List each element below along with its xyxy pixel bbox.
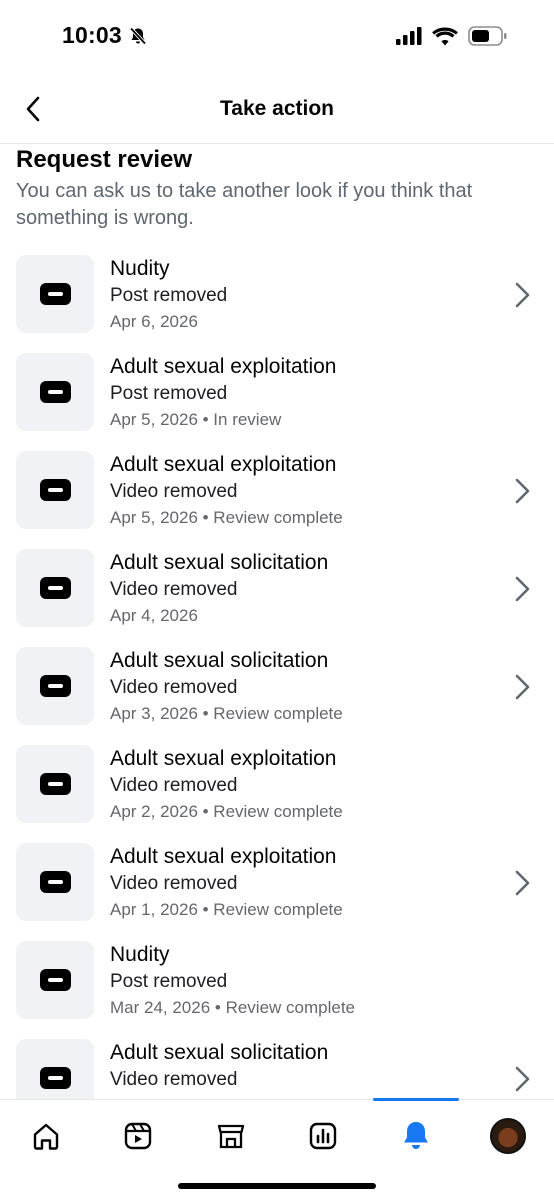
content-removed-icon [39,675,71,697]
item-subtitle: Video removed [110,677,238,698]
item-title: Adult sexual solicitation [110,551,329,574]
item-meta: Apr 5, 2026 • Review complete [110,508,343,527]
status-time: 10:03 [62,22,122,48]
wifi-icon [432,26,458,45]
item-meta: Apr 4, 2026 [110,606,198,625]
review-list: Nudity Post removed Apr 6, 2026 Adult sexua… [0,255,554,1099]
list-item[interactable]: Adult sexual exploitation Video removed Ap… [0,451,554,549]
thumbnail [16,647,94,725]
tab-reels[interactable] [118,1116,158,1156]
thumbnail [16,451,94,529]
tab-home[interactable] [26,1116,66,1156]
list-item[interactable]: Adult sexual solicitation Video removed Ap… [0,549,554,647]
content-scroll[interactable]: Request review You can ask us to take an… [0,144,554,1099]
list-item[interactable]: Adult sexual exploitation Video removed Ap… [0,843,554,941]
list-item[interactable]: Adult sexual solicitation Video removed Ap… [0,647,554,745]
thumbnail [16,353,94,431]
bell-slash-icon [129,26,147,45]
chevron-right-icon [515,478,530,504]
item-subtitle: Video removed [110,1069,238,1090]
section-description: You can ask us to take another look if y… [16,180,473,229]
item-meta: Apr 1, 2026 • Review complete [110,900,343,919]
item-subtitle: Video removed [110,481,238,502]
item-subtitle: Video removed [110,775,238,796]
status-bar: 10:03 [0,0,554,76]
item-meta: Apr 3, 2026 • Review complete [110,704,343,723]
item-meta: Mar 24, 2026 • Review complete [110,998,356,1017]
content-removed-icon [39,871,71,893]
thumbnail [16,255,94,333]
tab-profile[interactable] [488,1116,528,1156]
tab-insights[interactable] [303,1116,343,1156]
chevron-right-icon [515,870,530,896]
battery-icon [468,26,507,46]
section-title: Request review [16,146,193,173]
header: Take action [0,76,554,144]
reels-icon [124,1122,152,1150]
chevron-right-icon [515,576,530,602]
item-title: Adult sexual exploitation [110,747,337,770]
content-removed-icon [39,283,71,305]
active-tab-indicator [373,1098,459,1101]
thumbnail [16,843,94,921]
item-subtitle: Post removed [110,285,228,306]
home-icon [33,1123,59,1150]
cellular-signal-icon [396,27,422,45]
item-meta: Apr 6, 2026 [110,312,198,331]
status-time-group: 10:03 [62,22,148,49]
list-item[interactable]: Adult sexual exploitation Post removed Apr… [0,353,554,451]
status-indicators [396,26,508,46]
thumbnail [16,745,94,823]
chevron-right-icon [515,674,530,700]
list-item[interactable]: Adult sexual exploitation Video removed Ap… [0,745,554,843]
insights-icon [309,1122,337,1150]
thumbnail [16,941,94,1019]
shop-icon [217,1124,245,1149]
item-subtitle: Video removed [110,579,238,600]
list-item[interactable]: Adult sexual solicitation Video removed [0,1039,554,1099]
tab-notifications[interactable] [396,1116,436,1156]
item-title: Adult sexual solicitation [110,1041,329,1064]
content-removed-icon [39,479,71,501]
item-title: Nudity [110,943,170,966]
content-removed-icon [39,969,71,991]
item-title: Adult sexual solicitation [110,649,329,672]
item-title: Adult sexual exploitation [110,453,337,476]
home-indicator [178,1183,376,1189]
item-title: Nudity [110,257,170,280]
item-meta: Apr 2, 2026 • Review complete [110,802,343,821]
bell-icon [404,1122,428,1149]
chevron-right-icon [515,282,530,308]
list-item[interactable]: Nudity Post removed Mar 24, 2026 • Review … [0,941,554,1039]
thumbnail [16,549,94,627]
page-title: Take action [220,97,334,120]
content-removed-icon [39,577,71,599]
item-subtitle: Video removed [110,873,238,894]
chevron-right-icon [515,1066,530,1092]
avatar [490,1118,526,1154]
content-removed-icon [39,1067,71,1089]
list-item[interactable]: Nudity Post removed Apr 6, 2026 [0,255,554,353]
content-removed-icon [39,381,71,403]
item-title: Adult sexual exploitation [110,845,337,868]
tab-shop[interactable] [211,1116,251,1156]
item-subtitle: Post removed [110,971,228,992]
item-meta: Apr 5, 2026 • In review [110,410,282,429]
content-removed-icon [39,773,71,795]
item-title: Adult sexual exploitation [110,355,337,378]
item-subtitle: Post removed [110,383,228,404]
thumbnail [16,1039,94,1099]
